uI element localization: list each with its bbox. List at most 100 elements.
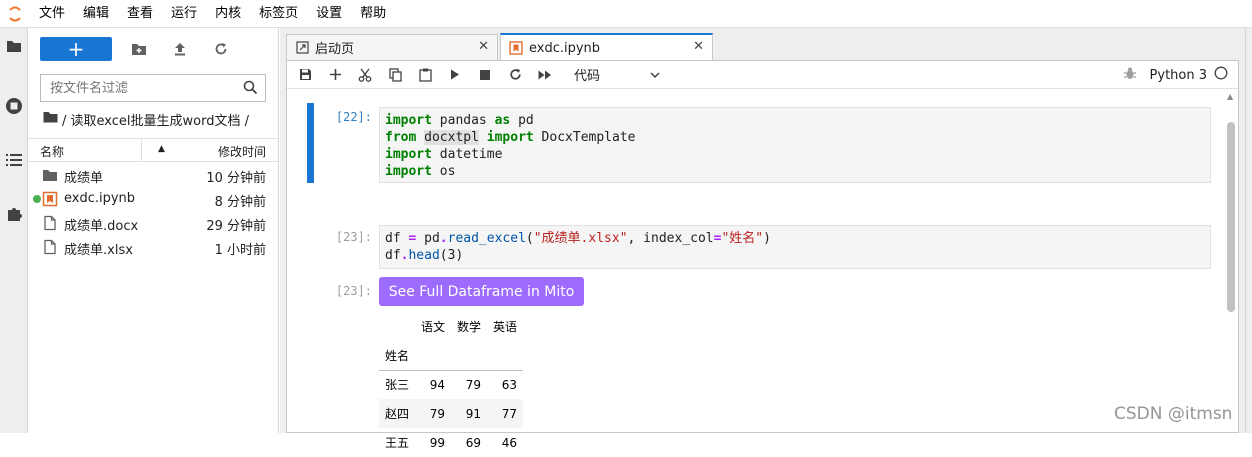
table-cell: 69 (465, 435, 482, 450)
cell-type-value: 代码 (574, 69, 601, 84)
debugger-icon[interactable] (1123, 67, 1136, 84)
tab-label: 启动页 (315, 42, 355, 57)
save-icon[interactable] (290, 61, 320, 89)
menu-edit[interactable]: 编辑 (74, 0, 118, 28)
file-name: 成绩单.xlsx (64, 243, 133, 258)
file-modified: 29 分钟前 (206, 219, 266, 234)
column-modified-header[interactable]: 修改时间 (218, 143, 266, 160)
refresh-icon[interactable] (207, 37, 235, 61)
upload-icon[interactable] (166, 37, 194, 61)
active-cell-indicator (307, 103, 314, 183)
file-row[interactable]: 成绩单.xlsx 1 小时前 (28, 235, 278, 259)
folder-icon[interactable] (0, 32, 28, 60)
menu-settings[interactable]: 设置 (307, 0, 351, 28)
notebook-icon (42, 191, 58, 207)
cut-icon[interactable] (350, 61, 380, 89)
menu-help[interactable]: 帮助 (351, 0, 395, 28)
tab-notebook[interactable]: exdc.ipynb ✕ (500, 33, 713, 61)
file-icon (42, 215, 58, 231)
fast-forward-icon[interactable] (530, 61, 560, 89)
file-list-header: 名称 ▲ 修改时间 (28, 138, 278, 162)
file-modified: 1 小时前 (214, 243, 266, 258)
restart-icon[interactable] (500, 61, 530, 89)
code-editor[interactable]: import pandas as pd from docxtpl import … (379, 107, 1211, 183)
column-name-header[interactable]: 名称 (40, 143, 64, 160)
row-index: 赵四 (385, 407, 410, 421)
file-row[interactable]: 成绩单.docx 29 分钟前 (28, 211, 278, 235)
file-filter-input[interactable] (50, 80, 240, 96)
jupyter-logo-icon (0, 0, 30, 28)
empty-corner (379, 312, 415, 341)
file-name: 成绩单.docx (64, 219, 139, 234)
table-header-row: 语文 数学 英语 (379, 312, 523, 341)
launcher-icon (295, 41, 309, 55)
folder-icon (42, 167, 58, 183)
breadcrumb-path[interactable]: / 读取excel批量生成word文档 / (62, 110, 249, 129)
scrollbar-thumb[interactable] (1227, 122, 1235, 312)
sort-ascending-icon[interactable]: ▲ (158, 144, 165, 154)
column-header: 英语 (493, 320, 518, 334)
table-cell: 99 (429, 435, 446, 450)
add-cell-icon[interactable] (320, 61, 350, 89)
code-editor[interactable]: df = pd.read_excel("成绩单.xlsx", index_col… (379, 225, 1211, 269)
kernel-name[interactable]: Python 3 (1150, 68, 1207, 83)
execution-prompt: [22]: (335, 110, 372, 124)
tab-label: exdc.ipynb (529, 40, 601, 56)
code-cell[interactable]: [22]: import pandas as pd from docxtpl i… (287, 103, 1217, 189)
cell-type-select[interactable]: 代码 (574, 64, 660, 86)
file-filter-field[interactable] (40, 74, 266, 102)
search-icon (243, 80, 258, 99)
mito-button[interactable]: See Full Dataframe in Mito (379, 277, 584, 306)
table-row: 王五 99 69 46 (379, 428, 523, 457)
run-icon[interactable] (440, 61, 470, 89)
paste-icon[interactable] (410, 61, 440, 89)
close-icon[interactable]: ✕ (478, 39, 489, 54)
watermark: CSDN @itmsn (1114, 404, 1233, 424)
file-browser: + / 读取excel批量生成word文档 / 名称 ▲ 修改时间 成绩单 (28, 28, 279, 433)
table-cell: 63 (501, 377, 518, 392)
table-of-contents-icon[interactable] (0, 146, 28, 174)
extensions-icon[interactable] (0, 200, 28, 228)
execution-prompt: [23]: (335, 230, 372, 244)
new-folder-icon[interactable] (125, 37, 153, 61)
menu-bar: 文件 编辑 查看 运行 内核 标签页 设置 帮助 (0, 0, 1252, 28)
menu-run[interactable]: 运行 (162, 0, 206, 28)
main-dock-area: 启动页 ✕ exdc.ipynb ✕ 代码 Python 3 [22]: imp… (280, 28, 1245, 450)
row-index: 张三 (385, 378, 410, 393)
file-browser-toolbar: + (40, 37, 235, 61)
new-launcher-button[interactable]: + (40, 37, 112, 61)
running-kernels-icon[interactable] (0, 92, 28, 120)
scroll-up-icon[interactable]: ▲ (1227, 92, 1233, 101)
file-row[interactable]: exdc.ipynb 8 分钟前 (28, 187, 278, 211)
kernel-status-area: Python 3 (1123, 61, 1228, 89)
file-modified: 8 分钟前 (214, 195, 266, 210)
file-icon (42, 239, 58, 255)
vertical-scrollbar[interactable]: ▲ (1224, 90, 1238, 432)
dataframe-table: 语文 数学 英语 姓名 张三 94 79 63 赵四 79 91 77 王五 9… (379, 312, 524, 457)
notebook-panel: 代码 Python 3 [22]: import pandas as pd fr… (286, 60, 1239, 450)
table-row: 张三 94 79 63 (379, 370, 523, 399)
menu-file[interactable]: 文件 (30, 0, 74, 28)
file-name: 成绩单 (64, 171, 104, 186)
copy-icon[interactable] (380, 61, 410, 89)
code-cell[interactable]: [23]: df = pd.read_excel("成绩单.xlsx", ind… (287, 223, 1217, 271)
file-modified: 10 分钟前 (206, 171, 266, 186)
menu-view[interactable]: 查看 (118, 0, 162, 28)
row-index: 王五 (385, 436, 410, 450)
stop-icon[interactable] (470, 61, 500, 89)
column-header: 数学 (457, 320, 482, 334)
notebook-toolbar: 代码 Python 3 (287, 61, 1238, 89)
menu-kernel[interactable]: 内核 (206, 0, 250, 28)
tab-launcher[interactable]: 启动页 ✕ (286, 34, 498, 60)
index-name: 姓名 (379, 341, 415, 371)
chevron-down-icon (650, 68, 660, 83)
index-name-row: 姓名 (379, 341, 524, 371)
home-folder-icon[interactable] (43, 111, 58, 127)
column-divider (141, 139, 142, 161)
menu-tabs[interactable]: 标签页 (250, 0, 307, 28)
table-row: 赵四 79 91 77 (379, 399, 524, 428)
file-row[interactable]: 成绩单 10 分钟前 (28, 163, 278, 187)
notebook-icon (509, 41, 523, 55)
table-cell: 94 (429, 377, 446, 392)
close-icon[interactable]: ✕ (693, 39, 704, 54)
